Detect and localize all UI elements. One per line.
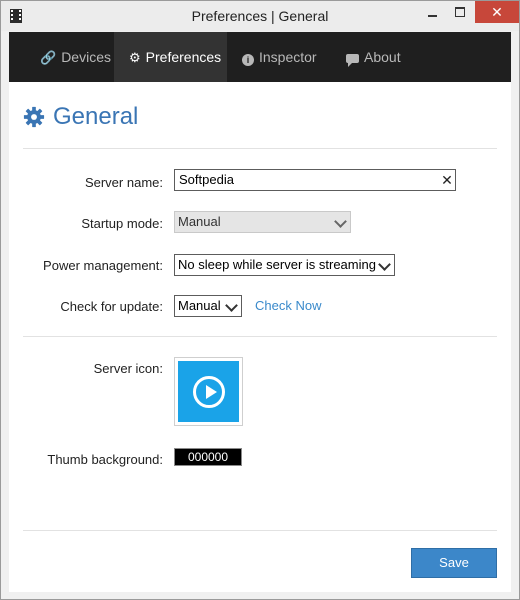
tab-label: Inspector (259, 49, 317, 65)
preferences-window: Preferences | General ✕ 🔗 Devices ⚙ Prefer… (0, 0, 520, 600)
close-button[interactable]: ✕ (475, 1, 519, 23)
chevron-down-icon (378, 258, 391, 271)
tab-label: About (364, 49, 401, 65)
info-icon: i (242, 54, 254, 66)
tab-bar: 🔗 Devices ⚙ Preferences i Inspector About (9, 32, 511, 82)
tab-inspector[interactable]: i Inspector (227, 32, 331, 82)
check-for-update-value: Manual (178, 298, 221, 313)
tab-label: Preferences (145, 49, 222, 65)
power-management-select[interactable]: No sleep while server is streaming (174, 254, 395, 276)
tab-label: Devices (61, 49, 111, 65)
divider (23, 336, 497, 337)
page-title: General (23, 101, 138, 133)
thumb-background-label: Thumb background: (47, 452, 163, 467)
tab-about[interactable]: About (331, 32, 413, 82)
server-icon-tile (178, 361, 239, 422)
tab-preferences[interactable]: ⚙ Preferences (114, 32, 227, 82)
thumb-background-color[interactable]: 000000 (174, 448, 242, 466)
startup-mode-label: Startup mode: (81, 216, 163, 231)
server-name-input[interactable]: Softpedia (174, 169, 456, 191)
server-icon-picker[interactable] (174, 357, 243, 426)
tab-devices[interactable]: 🔗 Devices (25, 32, 126, 82)
chevron-down-icon (225, 299, 238, 312)
chevron-down-icon (334, 215, 347, 228)
divider (23, 148, 497, 149)
check-now-link[interactable]: Check Now (255, 298, 321, 313)
minimize-button[interactable] (419, 1, 445, 23)
link-icon: 🔗 (40, 50, 57, 65)
play-icon (193, 376, 225, 408)
save-button[interactable]: Save (411, 548, 497, 578)
startup-mode-value: Manual (178, 214, 221, 229)
clear-icon[interactable]: ✕ (439, 171, 455, 189)
maximize-button[interactable] (447, 1, 473, 23)
check-for-update-label: Check for update: (60, 299, 163, 314)
power-management-label: Power management: (43, 258, 163, 273)
startup-mode-select[interactable]: Manual (174, 211, 351, 233)
comment-icon (346, 54, 359, 67)
power-management-value: No sleep while server is streaming (178, 257, 376, 272)
page-heading: General (53, 103, 139, 130)
server-name-label: Server name: (84, 175, 163, 190)
server-icon-label: Server icon: (93, 361, 163, 376)
divider (23, 530, 497, 531)
settings-panel: General Server name: Softpedia ✕ Startup… (9, 82, 511, 592)
gear-icon: ⚙ (129, 50, 141, 65)
check-for-update-select[interactable]: Manual (174, 295, 242, 317)
gear-icon (23, 106, 45, 128)
title-bar[interactable]: Preferences | General ✕ (1, 1, 519, 31)
